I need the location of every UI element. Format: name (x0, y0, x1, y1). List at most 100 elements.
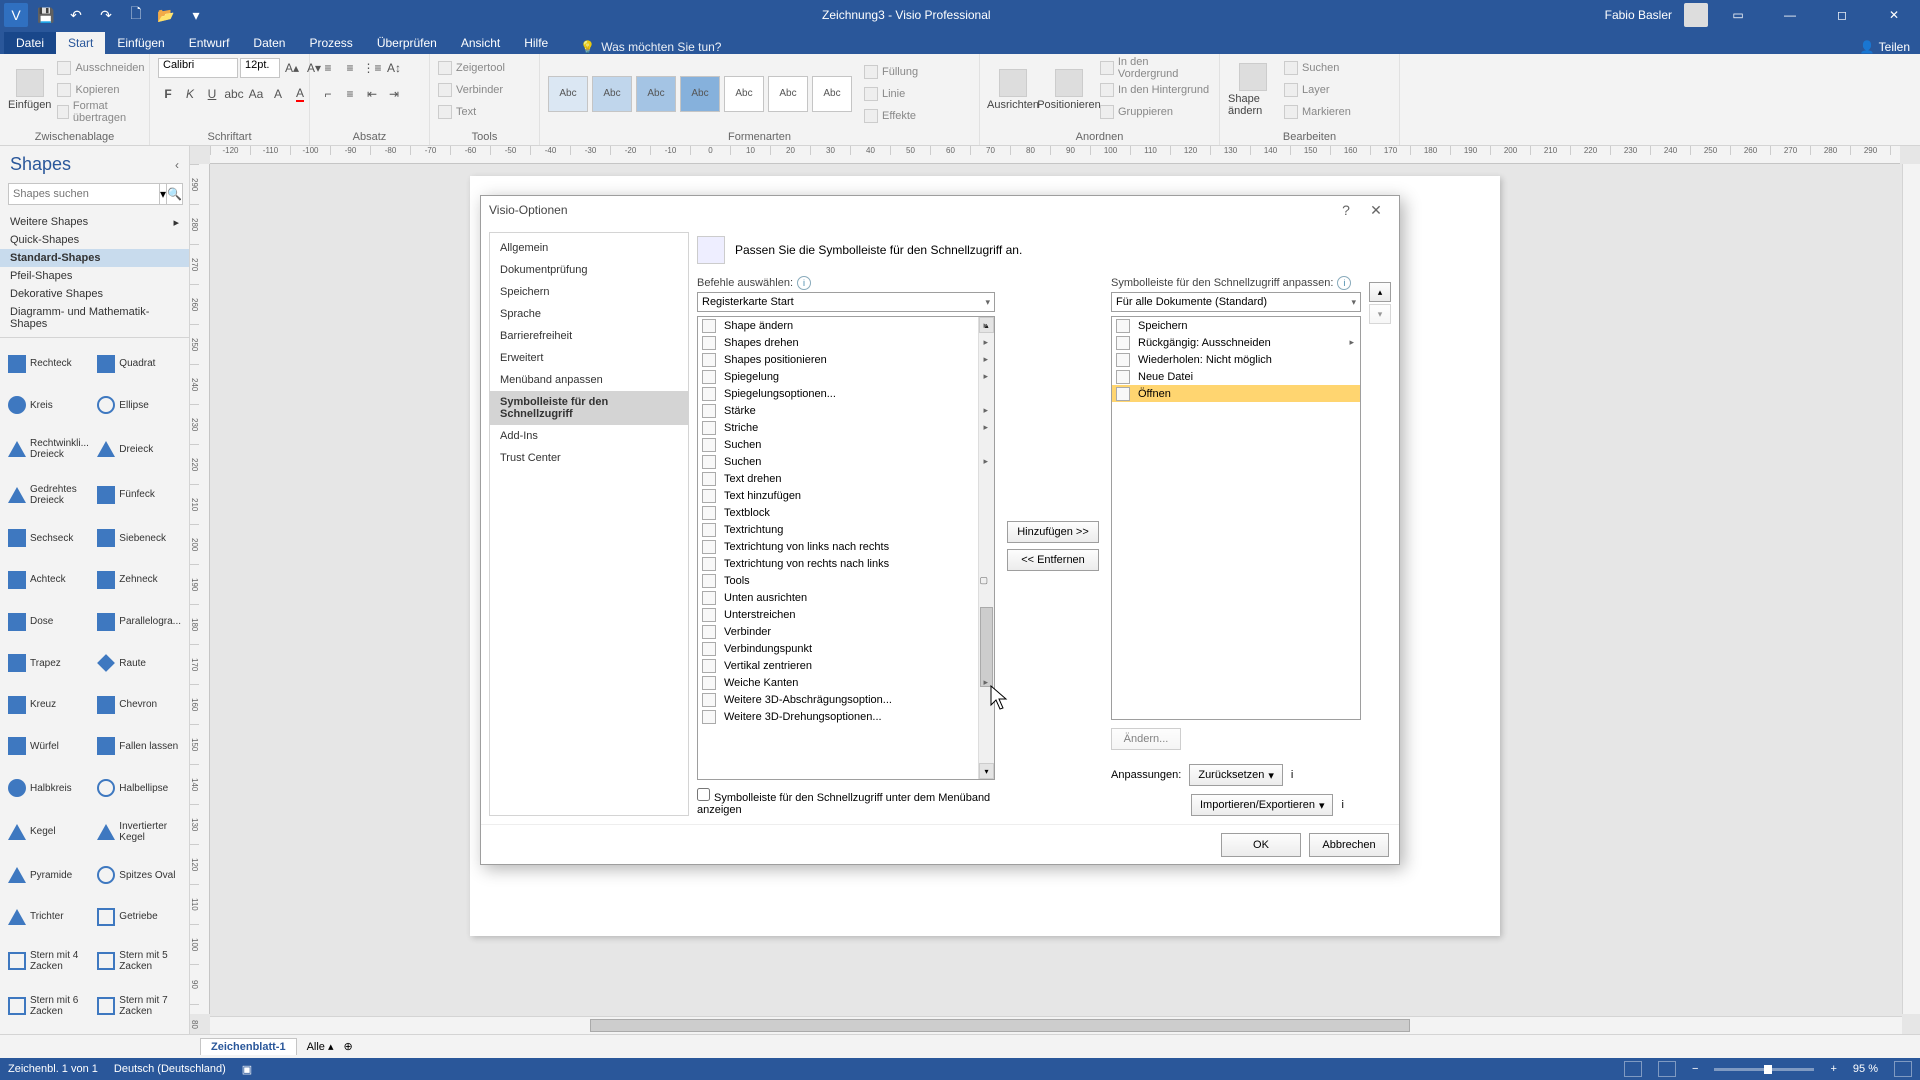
command-list-item[interactable]: Verbindungspunkt (698, 640, 994, 657)
command-icon (702, 421, 716, 435)
choose-commands-label: Befehle auswählen:i (697, 276, 995, 290)
dialog-nav-item[interactable]: Allgemein (490, 237, 688, 259)
command-icon (702, 608, 716, 622)
command-list-item[interactable]: Verbinder (698, 623, 994, 640)
dialog-nav-item[interactable]: Dokumentprüfung (490, 259, 688, 281)
dialog-nav-item[interactable]: Sprache (490, 303, 688, 325)
dialog-help-icon[interactable]: ? (1331, 202, 1361, 218)
command-list-item[interactable]: Text drehen (698, 470, 994, 487)
qat-commands-list[interactable]: SpeichernRückgängig: Ausschneiden▸Wieder… (1111, 316, 1361, 720)
command-icon (702, 574, 716, 588)
dialog-header-text: Passen Sie die Symbolleiste für den Schn… (735, 243, 1022, 257)
command-icon (702, 676, 716, 690)
dialog-nav-item[interactable]: Symbolleiste für den Schnellzugriff (490, 391, 688, 425)
dialog-nav-item[interactable]: Barrierefreiheit (490, 325, 688, 347)
command-icon (1116, 387, 1130, 401)
ok-button[interactable]: OK (1221, 833, 1301, 857)
command-list-item[interactable]: Textrichtung (698, 521, 994, 538)
command-list-item[interactable]: Unten ausrichten (698, 589, 994, 606)
modal-overlay: Visio-Optionen ? ✕ AllgemeinDokumentprüf… (0, 0, 1920, 1080)
visio-options-dialog: Visio-Optionen ? ✕ AllgemeinDokumentprüf… (480, 195, 1400, 865)
qat-list-item[interactable]: Neue Datei (1112, 368, 1360, 385)
command-icon (702, 523, 716, 537)
command-icon (702, 353, 716, 367)
command-icon (702, 438, 716, 452)
command-list-item[interactable]: Tools▢ (698, 572, 994, 589)
command-icon (702, 370, 716, 384)
dialog-titlebar: Visio-Optionen ? ✕ (481, 196, 1399, 224)
command-icon (702, 472, 716, 486)
remove-button[interactable]: << Entfernen (1007, 549, 1099, 571)
command-icon (702, 591, 716, 605)
command-icon (702, 319, 716, 333)
command-list-item[interactable]: Textrichtung von links nach rechts (698, 538, 994, 555)
move-down-button[interactable]: ▾ (1369, 304, 1391, 324)
qat-list-item[interactable]: Wiederholen: Nicht möglich (1112, 351, 1360, 368)
add-button[interactable]: Hinzufügen >> (1007, 521, 1099, 543)
command-icon (1116, 319, 1130, 333)
command-list-item[interactable]: Stärke▸ (698, 402, 994, 419)
command-icon (702, 642, 716, 656)
command-list-item[interactable]: Shapes drehen▸ (698, 334, 994, 351)
dialog-nav-item[interactable]: Speichern (490, 281, 688, 303)
dialog-nav-item[interactable]: Trust Center (490, 447, 688, 469)
available-commands-list[interactable]: ▴ ▾ Shape ändern▸Shapes drehen▸Shapes po… (697, 316, 995, 780)
command-list-item[interactable]: Suchen (698, 436, 994, 453)
import-export-button[interactable]: Importieren/Exportieren▾ (1191, 794, 1333, 816)
command-list-item[interactable]: Weiche Kanten▸ (698, 674, 994, 691)
dialog-category-nav: AllgemeinDokumentprüfungSpeichernSprache… (489, 232, 689, 816)
command-icon (702, 710, 716, 724)
command-icon (702, 557, 716, 571)
dialog-nav-item[interactable]: Menüband anpassen (490, 369, 688, 391)
command-icon (702, 387, 716, 401)
command-list-item[interactable]: Unterstreichen (698, 606, 994, 623)
anpassungen-label: Anpassungen: (1111, 769, 1181, 781)
command-icon (702, 540, 716, 554)
reset-button[interactable]: Zurücksetzen▾ (1189, 764, 1283, 786)
command-list-item[interactable]: Striche▸ (698, 419, 994, 436)
command-icon (1116, 336, 1130, 350)
command-list-item[interactable]: Shapes positionieren▸ (698, 351, 994, 368)
command-icon (702, 455, 716, 469)
command-list-item[interactable]: Textrichtung von rechts nach links (698, 555, 994, 572)
command-icon (702, 659, 716, 673)
info-icon[interactable]: i (1291, 769, 1293, 781)
command-list-item[interactable]: Vertikal zentrieren (698, 657, 994, 674)
command-list-item[interactable]: Spiegelungsoptionen... (698, 385, 994, 402)
reorder-spinner: ▴ ▾ (1369, 282, 1391, 816)
command-list-item[interactable]: Weitere 3D-Abschrägungsoption... (698, 691, 994, 708)
command-icon (702, 625, 716, 639)
dialog-title: Visio-Optionen (489, 203, 568, 217)
dialog-close-icon[interactable]: ✕ (1361, 202, 1391, 219)
dialog-nav-item[interactable]: Erweitert (490, 347, 688, 369)
customize-qat-label: Symbolleiste für den Schnellzugriff anpa… (1111, 276, 1361, 290)
info-icon[interactable]: i (1341, 799, 1343, 811)
modify-button[interactable]: Ändern... (1111, 728, 1181, 750)
command-icon (1116, 353, 1130, 367)
qat-list-item[interactable]: Speichern (1112, 317, 1360, 334)
command-icon (702, 336, 716, 350)
scroll-down-icon[interactable]: ▾ (979, 763, 994, 779)
command-list-item[interactable]: Weitere 3D-Drehungsoptionen... (698, 708, 994, 725)
qat-customize-header-icon (697, 236, 725, 264)
choose-commands-combo[interactable]: Registerkarte Start (697, 292, 995, 312)
info-icon[interactable]: i (1337, 276, 1351, 290)
move-up-button[interactable]: ▴ (1369, 282, 1391, 302)
qat-list-item[interactable]: Rückgängig: Ausschneiden▸ (1112, 334, 1360, 351)
show-under-ribbon-checkbox[interactable]: Symbolleiste für den Schnellzugriff unte… (697, 788, 995, 816)
customize-qat-combo[interactable]: Für alle Dokumente (Standard) (1111, 292, 1361, 312)
command-list-item[interactable]: Shape ändern▸ (698, 317, 994, 334)
command-icon (702, 404, 716, 418)
command-list-item[interactable]: Textblock (698, 504, 994, 521)
command-icon (702, 489, 716, 503)
qat-list-item[interactable]: Öffnen (1112, 385, 1360, 402)
cancel-button[interactable]: Abbrechen (1309, 833, 1389, 857)
command-list-item[interactable]: Text hinzufügen (698, 487, 994, 504)
command-list-item[interactable]: Spiegelung▸ (698, 368, 994, 385)
command-icon (1116, 370, 1130, 384)
info-icon[interactable]: i (797, 276, 811, 290)
command-list-item[interactable]: Suchen▸ (698, 453, 994, 470)
dialog-nav-item[interactable]: Add-Ins (490, 425, 688, 447)
command-icon (702, 506, 716, 520)
command-icon (702, 693, 716, 707)
